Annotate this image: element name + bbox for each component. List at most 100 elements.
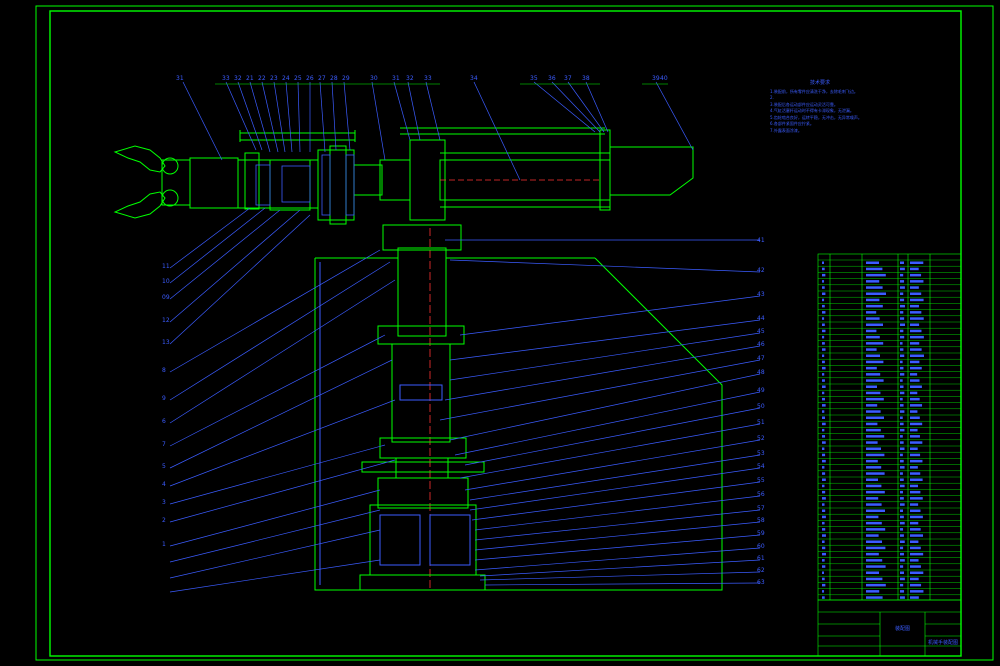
- table-cell: [910, 360, 920, 364]
- table-cell: [900, 453, 903, 457]
- table-cell: [822, 546, 826, 550]
- table-cell: [900, 509, 903, 512]
- table-cell: [910, 583, 922, 587]
- table-cell: [866, 329, 877, 333]
- table-cell: [900, 596, 905, 599]
- table-cell: [910, 453, 921, 457]
- table-cell: [866, 317, 880, 320]
- table-cell: [900, 472, 903, 475]
- table-cell: [900, 286, 905, 289]
- part-label-top: 37: [564, 75, 572, 82]
- table-cell: [866, 416, 884, 419]
- table-cell: [910, 354, 924, 357]
- table-cell: [866, 565, 886, 568]
- table-cell: [900, 484, 905, 488]
- part-label-left: 11: [162, 263, 170, 270]
- table-cell: [900, 459, 904, 463]
- table-cell: [822, 552, 826, 556]
- table-cell: [910, 472, 921, 475]
- table-cell: [900, 342, 903, 345]
- table-cell: [910, 379, 920, 382]
- table-cell: [900, 360, 903, 364]
- table-cell: [866, 273, 886, 277]
- table-cell: [900, 546, 904, 550]
- table-cell: [866, 391, 881, 395]
- table-cell: [910, 540, 919, 543]
- table-cell: [910, 577, 919, 581]
- table-cell: [910, 366, 922, 370]
- table-cell: [910, 515, 923, 519]
- technical-note-1: 1.装配前，所有零件应清洗干净，去除毛刺飞边。: [770, 88, 858, 94]
- table-cell: [866, 261, 879, 264]
- technical-notes-title: 技术要求: [809, 80, 830, 86]
- table-cell: [900, 404, 904, 407]
- table-cell: [910, 397, 920, 401]
- table-cell: [822, 311, 826, 314]
- table-cell: [900, 503, 905, 506]
- table-cell: [910, 267, 919, 271]
- table-cell: [900, 373, 905, 376]
- table-cell: [900, 583, 904, 587]
- table-cell: [866, 298, 880, 302]
- table-cell: [866, 292, 886, 295]
- table-cell: [866, 583, 886, 587]
- table-cell: [866, 459, 878, 463]
- table-cell: [910, 447, 918, 450]
- table-cell: [910, 273, 922, 277]
- table-cell: [910, 528, 921, 531]
- table-cell: [866, 590, 880, 593]
- part-label-right: 58: [757, 517, 765, 524]
- table-cell: [822, 366, 826, 370]
- table-cell: [866, 490, 885, 494]
- part-label-left: 6: [162, 418, 166, 425]
- table-cell: [900, 435, 903, 438]
- table-cell: [822, 472, 826, 475]
- parts-list-rows: [818, 259, 961, 595]
- table-cell: [910, 565, 921, 568]
- part-label-right: 62: [757, 567, 765, 574]
- part-label-right: 59: [757, 530, 765, 537]
- table-cell: [900, 366, 904, 370]
- part-label-top: 33: [222, 75, 230, 82]
- part-label-right: 57: [757, 505, 765, 512]
- part-label-top: 27: [318, 75, 326, 82]
- part-label-top: 21: [246, 75, 254, 82]
- table-cell: [900, 329, 904, 333]
- table-cell: [822, 571, 824, 574]
- table-cell: [910, 404, 923, 407]
- table-cell: [910, 484, 918, 488]
- table-cell: [866, 521, 882, 525]
- table-cell: [900, 466, 905, 469]
- table-cell: [900, 267, 905, 271]
- part-label-top: 23: [270, 75, 278, 82]
- table-cell: [900, 335, 905, 339]
- table-cell: [910, 552, 924, 556]
- table-cell: [910, 298, 924, 302]
- table-cell: [866, 528, 886, 531]
- table-cell: [866, 509, 885, 512]
- table-cell: [900, 515, 904, 519]
- part-label-top: 29: [342, 75, 350, 82]
- table-cell: [900, 590, 905, 593]
- table-cell: [910, 441, 923, 444]
- table-cell: [910, 317, 924, 320]
- part-label-top: 35: [530, 75, 538, 82]
- table-cell: [822, 261, 824, 264]
- part-label-top: 40: [660, 75, 668, 82]
- part-label-top: 24: [282, 75, 290, 82]
- table-cell: [900, 571, 904, 574]
- table-cell: [866, 323, 883, 326]
- part-labels-right: 41 42 43 44 45 46 47 48 49 50 51 52 53 54 55 56 57 58 59 60…: [757, 237, 765, 586]
- table-cell: [866, 422, 878, 426]
- table-cell: [822, 286, 825, 289]
- table-cell: [866, 472, 885, 475]
- table-cell: [822, 323, 825, 326]
- part-label-right: 61: [757, 555, 765, 562]
- table-cell: [866, 571, 879, 574]
- table-cell: [910, 571, 924, 574]
- table-cell: [822, 435, 826, 438]
- part-label-top: 34: [470, 75, 478, 82]
- table-cell: [900, 478, 904, 481]
- table-cell: [866, 335, 880, 339]
- table-cell: [900, 528, 904, 531]
